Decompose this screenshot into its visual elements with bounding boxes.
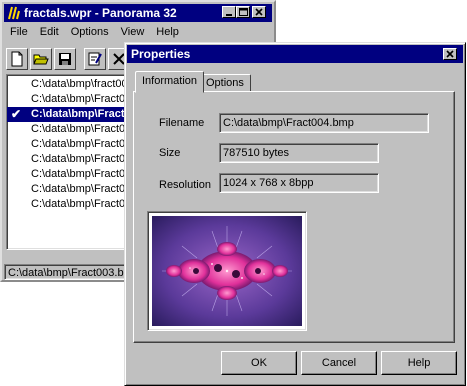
edit-properties-button[interactable] — [84, 48, 106, 70]
tab-options[interactable]: Options — [199, 74, 251, 92]
new-file-button[interactable] — [6, 48, 28, 70]
resolution-field: 1024 x 768 x 8bpp — [219, 173, 379, 193]
dialog-title: Properties — [131, 47, 191, 61]
checkmark-icon: ✔ — [11, 107, 22, 121]
app-icon — [8, 6, 20, 20]
filename-field: C:\data\bmp\Fract004.bmp — [219, 113, 429, 133]
menu-edit[interactable]: Edit — [34, 24, 65, 42]
cancel-button[interactable]: Cancel — [301, 351, 377, 375]
caption-buttons — [222, 6, 266, 18]
save-icon — [59, 53, 71, 65]
open-folder-button[interactable] — [30, 48, 52, 70]
dialog-close-button[interactable] — [443, 48, 457, 60]
filename-label: Filename — [159, 117, 205, 129]
resolution-label: Resolution — [159, 179, 211, 191]
open-folder-icon — [33, 54, 49, 65]
size-field: 787510 bytes — [219, 143, 379, 163]
tab-information[interactable]: Information — [135, 71, 205, 93]
save-button[interactable] — [54, 48, 76, 70]
close-button[interactable] — [252, 6, 266, 18]
fractal-thumbnail — [152, 216, 302, 326]
new-file-icon — [11, 51, 23, 67]
menu-bar: File Edit Options View Help — [4, 24, 185, 42]
menu-help[interactable]: Help — [150, 24, 185, 42]
edit-properties-icon — [88, 52, 102, 66]
toolbar — [6, 48, 130, 72]
minimize-button[interactable] — [222, 6, 236, 18]
fractal-preview-image — [147, 211, 307, 331]
menu-options[interactable]: Options — [65, 24, 115, 42]
ok-button[interactable]: OK — [221, 351, 297, 375]
help-button[interactable]: Help — [381, 351, 457, 375]
properties-dialog[interactable]: Properties Information Options Filename … — [124, 42, 466, 386]
menu-view[interactable]: View — [115, 24, 151, 42]
menu-file[interactable]: File — [4, 24, 34, 42]
maximize-button[interactable] — [236, 6, 250, 18]
status-text: C:\data\bmp\Fract003.b — [8, 267, 124, 279]
main-window-title: fractals.wpr - Panorama 32 — [24, 6, 177, 20]
size-label: Size — [159, 147, 181, 159]
dialog-title-bar[interactable]: Properties — [127, 45, 463, 63]
